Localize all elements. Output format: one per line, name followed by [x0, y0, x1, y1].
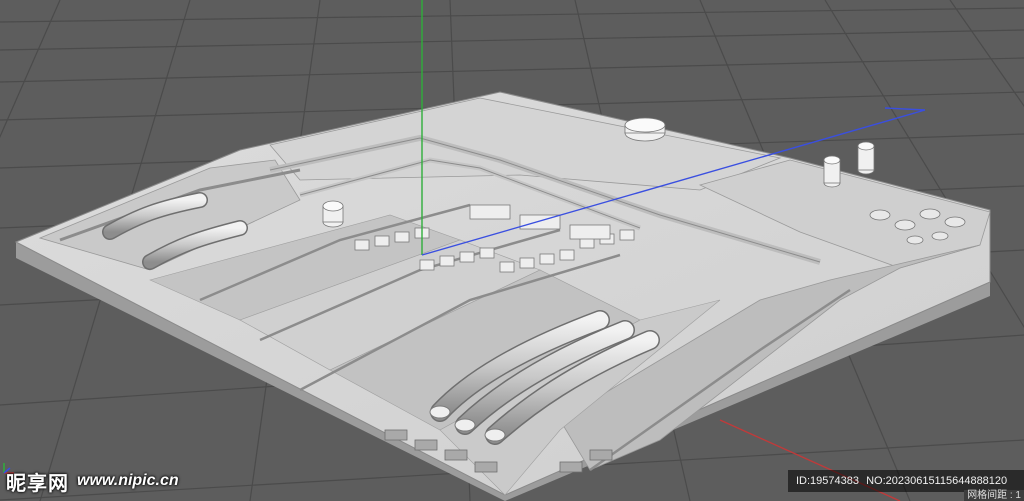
viewport-scene[interactable]	[0, 0, 1024, 501]
3d-viewport[interactable]: 昵享网 www.nipic.cn ID:19574383 NO:20230615…	[0, 0, 1024, 501]
watermark-id: ID:19574383	[796, 475, 859, 487]
watermark-id-bar: ID:19574383 NO:20230615115644888120	[788, 470, 1024, 492]
watermark-site-url: www.nipic.cn	[77, 472, 179, 489]
watermark-logo: 昵享网 www.nipic.cn	[6, 466, 179, 496]
watermark-site-name: 昵享网	[6, 470, 69, 495]
watermark-no: NO:20230615115644888120	[866, 475, 1008, 487]
grid-spacing-readout: 网格间距 : 1	[964, 490, 1024, 501]
